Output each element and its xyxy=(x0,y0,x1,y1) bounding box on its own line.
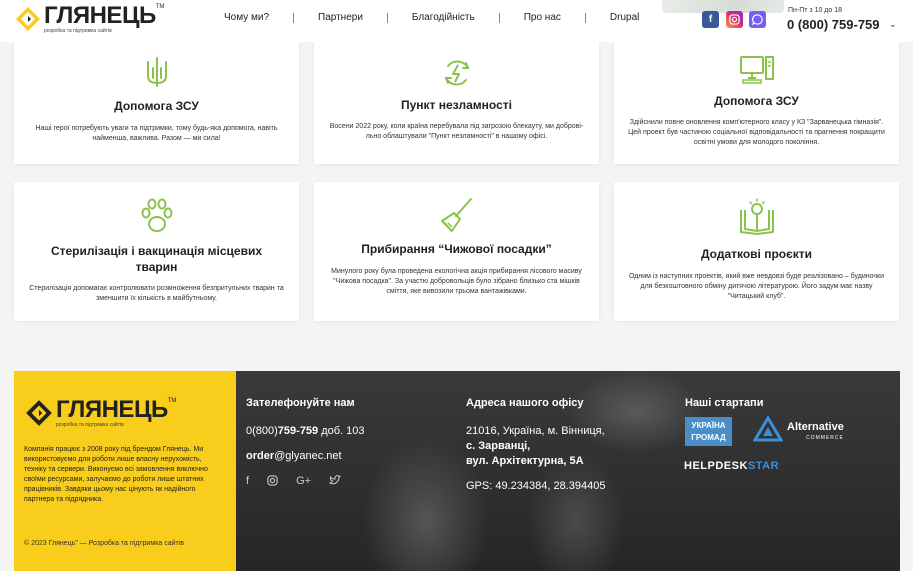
broom-icon xyxy=(440,198,472,232)
logo-tm: TM xyxy=(155,4,165,10)
logo[interactable]: ГЛЯНЕЦЬTM розробка та підтримка сайтів xyxy=(14,4,164,34)
paw-icon xyxy=(141,198,172,232)
helpdesk-star-logo[interactable]: HELPDESKSTAR xyxy=(684,460,779,472)
main-nav: Чому ми? Партнери Благодійність Про нас … xyxy=(200,12,663,23)
viber-icon[interactable] xyxy=(749,11,766,28)
company-description: Компанія працює з 2008 року під брендом … xyxy=(24,446,208,503)
charity-card: Допомога ЗСУ Наші герої потребують уваги… xyxy=(14,40,299,164)
charity-card: Пункт незламності Восени 2022 року, коли… xyxy=(314,40,599,164)
contact-column: Зателефонуйте нам 0(800)759-759 доб. 103… xyxy=(246,397,365,464)
nav-item-partners[interactable]: Партнери xyxy=(294,12,387,23)
computer-icon xyxy=(739,56,774,84)
footer-email[interactable]: order@glyanec.net xyxy=(246,449,365,464)
alt-name: Alternative xyxy=(787,421,844,433)
header-photo-strip xyxy=(662,0,784,13)
ukraine-gromad-logo[interactable]: УКРАЇНА ГРОМАД xyxy=(685,417,732,446)
startups-title: Наші стартапи xyxy=(685,397,763,409)
header-phone[interactable]: 0 (800) 759-759 xyxy=(787,17,880,32)
alternative-logo-icon xyxy=(753,416,783,442)
footer-social-icons: f G+ xyxy=(246,475,341,487)
card-text: Минулого року була проведена екологічна … xyxy=(331,268,582,295)
ua-line-2: ГРОМАД xyxy=(691,433,726,442)
google-plus-icon[interactable]: G+ xyxy=(296,475,311,487)
address-line-2: с. Зарванці, xyxy=(466,440,531,452)
site-footer: ГЛЯНЕЦЬTM розробка та підтримка сайтів К… xyxy=(14,371,900,571)
email-domain: @glyanec.net xyxy=(274,450,342,462)
phone-main: 759-759 xyxy=(277,425,319,437)
ua-line-1: УКРАЇНА xyxy=(691,421,726,430)
card-text: Наші герої потребують уваги та підтримки… xyxy=(35,125,278,142)
office-column: Адреса нашого офісу 21016, Україна, м. В… xyxy=(466,397,605,494)
charity-card: Прибирання “Чижової посадки” Минулого ро… xyxy=(314,182,599,321)
card-title: Стерилізація і вакцинація місцевих твари… xyxy=(50,244,263,274)
card-text: Здійснили повне оновлення комп'ютерного … xyxy=(628,119,885,146)
logo-name: ГЛЯНЕЦЬ xyxy=(56,396,168,423)
nav-item-about[interactable]: Про нас xyxy=(500,12,585,23)
charity-card: Допомога ЗСУ Здійснили повне оновлення к… xyxy=(614,40,899,164)
footer-about-panel: ГЛЯНЕЦЬTM розробка та підтримка сайтів К… xyxy=(14,371,236,571)
helpdesk-text: HELPDESK xyxy=(684,460,748,472)
alternative-commerce-logo[interactable]: Alternative COMMERCE xyxy=(753,416,844,442)
phone-prefix: 0(800) xyxy=(246,425,278,437)
book-icon xyxy=(739,198,774,235)
trident-icon xyxy=(146,57,167,87)
footer-phone[interactable]: 0(800)759-759 доб. 103 xyxy=(246,424,365,439)
office-title: Адреса нашого офісу xyxy=(466,397,584,409)
startups-title-text: Наші стартапи xyxy=(685,397,764,409)
email-user: order xyxy=(246,450,275,462)
phone-extension: доб. 103 xyxy=(318,425,365,437)
call-us-title: Зателефонуйте нам xyxy=(246,397,355,409)
card-title: Додаткові проєкти xyxy=(700,247,813,261)
card-title: Прибирання “Чижової посадки” xyxy=(361,242,552,256)
card-text: Восени 2022 року, коли країна перебувала… xyxy=(329,123,584,140)
twitter-icon[interactable] xyxy=(329,475,341,486)
instagram-icon[interactable] xyxy=(267,475,278,486)
charity-card: Додаткові проєкти Одним із наступних про… xyxy=(614,182,899,321)
gps-coordinates: GPS: 49.234384, 28.394405 xyxy=(466,480,606,492)
card-title: Допомога ЗСУ xyxy=(114,99,199,113)
facebook-icon[interactable]: f xyxy=(702,11,719,28)
logo-subtitle: розробка та підтримка сайтів xyxy=(44,28,112,34)
copyright: © 2023 Глянець" — Розробка та підтримка … xyxy=(24,540,184,547)
facebook-icon[interactable]: f xyxy=(246,475,249,487)
logo-subtitle: розробка та підтримка сайтів xyxy=(56,422,124,428)
card-title: Пункт незламності xyxy=(401,98,512,112)
site-header: ГЛЯНЕЦЬTM розробка та підтримка сайтів Ч… xyxy=(0,0,913,42)
instagram-icon[interactable] xyxy=(726,11,743,28)
charity-card: Стерилізація і вакцинація місцевих твари… xyxy=(14,182,299,321)
chevron-down-icon[interactable]: ⌄ xyxy=(889,19,897,30)
card-text: Одним із наступних проектів, який вже не… xyxy=(629,273,884,300)
logo-tm: TM xyxy=(167,398,177,404)
card-title: Допомога ЗСУ xyxy=(714,94,799,108)
nav-item-drupal[interactable]: Drupal xyxy=(586,12,663,23)
nav-item-why-us[interactable]: Чому ми? xyxy=(200,12,293,23)
working-hours: Пн-Пт з 10 до 18 xyxy=(788,7,843,14)
card-text: Стерилізація допомагає контролювати розм… xyxy=(29,285,284,302)
address-line-3: вул. Архітектурна, 5А xyxy=(466,455,584,467)
star-text: STAR xyxy=(747,460,780,472)
nav-item-charity[interactable]: Благодійність xyxy=(388,12,499,23)
alt-sub: COMMERCE xyxy=(806,435,844,441)
logo-name: ГЛЯНЕЦЬ xyxy=(44,2,156,29)
address-line-1: 21016, Україна, м. Вінниця, xyxy=(466,425,605,437)
logo-mark-icon xyxy=(26,400,52,426)
power-icon xyxy=(444,60,469,86)
footer-logo[interactable]: ГЛЯНЕЦЬTM розробка та підтримка сайтів xyxy=(24,398,176,428)
logo-mark-icon xyxy=(16,7,40,31)
